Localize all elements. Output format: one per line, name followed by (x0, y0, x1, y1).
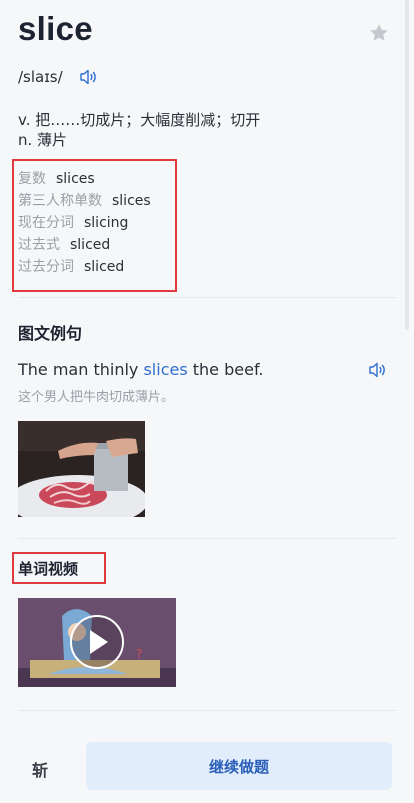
sentence-text: The man thinly (18, 360, 144, 379)
form-label: 现在分词 (18, 215, 74, 231)
sentence-text: the beef. (187, 360, 264, 379)
word-form-plural: 复数 slices (18, 170, 95, 188)
word-form-third-person: 第三人称单数 slices (18, 192, 151, 210)
example-translation: 这个男人把牛肉切成薄片。 (18, 390, 175, 405)
divider (18, 710, 396, 711)
form-label: 第三人称单数 (18, 193, 102, 209)
word-form-past-participle: 过去分词 sliced (18, 258, 124, 276)
form-value: slicing (84, 215, 129, 231)
divider (18, 538, 396, 539)
example-photo (18, 421, 145, 517)
word-video-thumbnail[interactable]: ? (18, 598, 176, 687)
form-label: 过去式 (18, 237, 60, 253)
form-label: 复数 (18, 171, 46, 187)
scrollbar[interactable] (405, 0, 409, 330)
form-label: 过去分词 (18, 259, 74, 275)
example-section-title: 图文例句 (18, 324, 83, 343)
definition-noun: n. 薄片 (18, 131, 68, 149)
video-section-title: 单词视频 (18, 560, 79, 578)
definition-verb: v. 把……切成片；大幅度削减；切开 (18, 111, 261, 129)
divider (18, 297, 396, 298)
favorite-star-icon[interactable] (368, 22, 390, 44)
phonetic: /slaɪs/ (18, 68, 63, 86)
form-value: slices (112, 193, 151, 209)
sentence-speaker-icon[interactable] (368, 361, 388, 379)
word-form-past-tense: 过去式 sliced (18, 236, 110, 254)
example-sentence: The man thinly slices the beef. (18, 360, 264, 379)
word-title: slice (18, 10, 93, 47)
form-value: sliced (84, 259, 125, 275)
word-form-present-participle: 现在分词 slicing (18, 214, 128, 232)
pronunciation-speaker-icon[interactable] (79, 68, 99, 86)
sentence-keyword[interactable]: slices (143, 360, 187, 379)
form-value: slices (56, 171, 95, 187)
cut-button[interactable]: 斩 (32, 757, 48, 781)
continue-exercise-button[interactable]: 继续做题 (86, 742, 392, 790)
phonetic-row: /slaɪs/ (18, 67, 99, 87)
svg-text:?: ? (136, 647, 142, 661)
form-value: sliced (70, 237, 111, 253)
